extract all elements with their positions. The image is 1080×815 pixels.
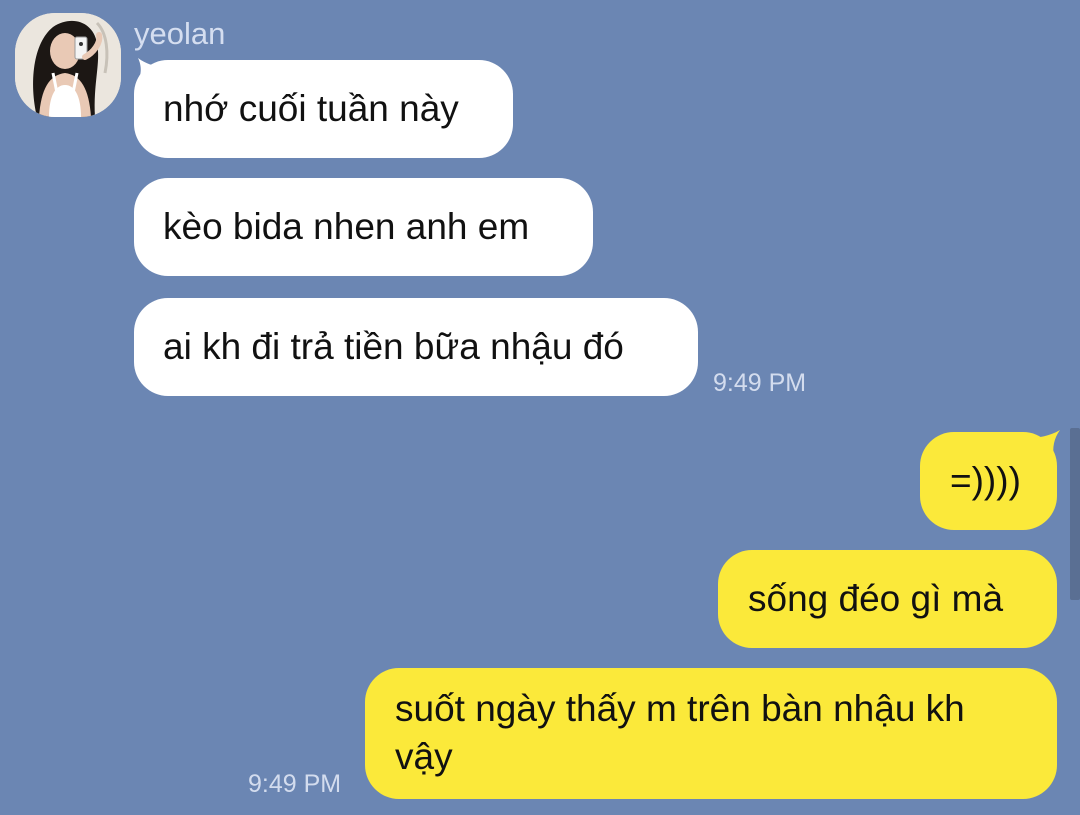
message-bubble-outgoing[interactable]: suốt ngày thấy m trên bàn nhậu kh vậy: [365, 668, 1057, 799]
incoming-timestamp: 9:49 PM: [713, 369, 807, 397]
message-text: kèo bida nhen anh em: [163, 206, 530, 247]
scrollbar[interactable]: [1070, 428, 1080, 600]
message-text: nhớ cuối tuần này: [163, 88, 459, 129]
contact-name: yeolan: [134, 16, 226, 51]
message-bubble-outgoing[interactable]: sống đéo gì mà: [718, 550, 1057, 648]
contact-avatar[interactable]: [15, 13, 121, 117]
message-text: suốt ngày thấy m trên bàn nhậu kh vậy: [395, 688, 965, 777]
avatar-photo-icon: [15, 13, 121, 117]
message-text: ai kh đi trả tiền bữa nhậu đó: [163, 326, 624, 367]
message-bubble-incoming[interactable]: nhớ cuối tuần này: [134, 60, 513, 158]
chat-area[interactable]: yeolan nhớ cuối tuần này kèo bida nhen a…: [0, 0, 1080, 815]
message-text: sống đéo gì mà: [748, 578, 1004, 619]
message-bubble-incoming[interactable]: kèo bida nhen anh em: [134, 178, 593, 276]
message-bubble-outgoing[interactable]: =)))): [920, 432, 1057, 530]
message-bubble-incoming[interactable]: ai kh đi trả tiền bữa nhậu đó: [134, 298, 698, 396]
outgoing-timestamp: 9:49 PM: [248, 770, 342, 798]
message-text: =)))): [950, 460, 1021, 501]
